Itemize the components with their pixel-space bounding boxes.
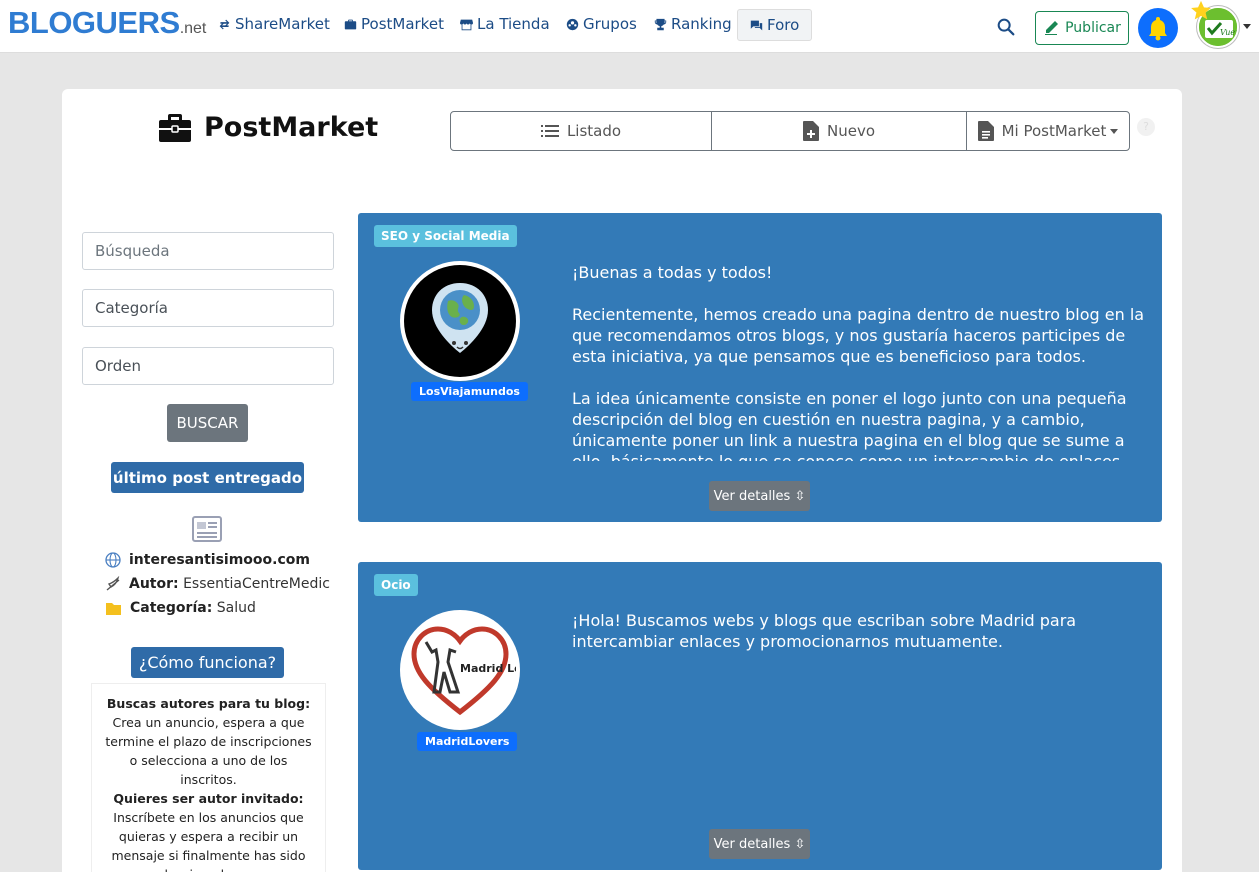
page-title: PostMarket (158, 112, 378, 143)
nav-la-tienda[interactable]: La Tienda (460, 15, 550, 33)
file-plus-icon (802, 121, 819, 141)
star-icon (1191, 0, 1211, 20)
search-input[interactable] (82, 232, 334, 270)
nav-postmarket[interactable]: PostMarket (344, 15, 444, 33)
last-post-site[interactable]: interesantisimooo.com (105, 552, 310, 568)
chat-icon (750, 20, 763, 30)
how-it-works-label: ¿Cómo funciona? (131, 647, 284, 678)
madrid-lovers-logo: Madrid Lovers (411, 626, 520, 716)
search-icon[interactable] (995, 16, 1017, 38)
pencil-icon (1045, 21, 1059, 35)
briefcase-icon (344, 19, 357, 29)
nav-ranking[interactable]: Ranking (654, 15, 732, 33)
nav-foro[interactable]: Foro (737, 9, 813, 41)
globe-icon (105, 552, 121, 568)
last-post-label: último post entregado (111, 462, 304, 493)
bell-icon (1149, 17, 1167, 41)
top-navbar: BLOGUERS.net ShareMarket PostMarket La T… (0, 0, 1259, 53)
blog-name-badge[interactable]: MadridLovers (417, 732, 518, 751)
trophy-icon (654, 18, 667, 30)
listing-card: SEO y Social Media LosViajamundos ¡Buena… (358, 213, 1162, 522)
listing-description: ¡Hola! Buscamos webs y blogs que escriba… (572, 611, 1077, 651)
briefcase-icon (159, 113, 191, 142)
nav-grupos[interactable]: Grupos (566, 15, 637, 33)
notifications-button[interactable] (1138, 8, 1178, 48)
help-icon[interactable]: ? (1137, 118, 1155, 136)
order-select[interactable]: Orden (82, 347, 334, 385)
svg-text:Madrid Lovers: Madrid Lovers (460, 662, 516, 675)
file-text-icon (977, 121, 994, 141)
site-logo[interactable]: BLOGUERS.net (8, 5, 206, 41)
nav-sharemarket[interactable]: ShareMarket (218, 15, 330, 33)
blog-name-badge[interactable]: LosViajamundos (411, 382, 528, 401)
blog-avatar[interactable]: Madrid Lovers (400, 610, 520, 730)
category-select[interactable]: Categoría (82, 289, 334, 327)
how-it-works-box: Buscas autores para tu blog: Crea un anu… (91, 683, 326, 872)
ver-detalles-button[interactable]: Ver detalles ⇳ (709, 481, 810, 511)
store-icon (460, 19, 473, 30)
ver-detalles-button[interactable]: Ver detalles ⇳ (709, 829, 810, 859)
chevron-down-icon (1110, 128, 1119, 134)
category-badge[interactable]: Ocio (374, 574, 418, 596)
buscar-button[interactable]: BUSCAR (167, 404, 248, 442)
blog-avatar[interactable] (400, 261, 520, 381)
publicar-button[interactable]: Publicar (1035, 11, 1129, 45)
list-icon (540, 125, 559, 137)
swap-icon (219, 19, 230, 29)
feather-icon (106, 576, 120, 591)
listing-description: ¡Buenas a todas y todos! Recientemente, … (572, 263, 1145, 461)
globe-pin-icon (432, 283, 488, 353)
last-post-category: Categoría: Salud (105, 600, 256, 616)
user-menu-caret-icon[interactable] (1243, 24, 1251, 29)
newspaper-icon (192, 516, 222, 542)
groups-icon (566, 18, 579, 30)
folder-icon (106, 602, 121, 615)
svg-text:Vuena: Vuena (1220, 28, 1239, 37)
tab-mi-postmarket[interactable]: Mi PostMarket (967, 112, 1129, 150)
listing-card: Ocio Madrid Lovers MadridLovers ¡Hola! B… (358, 562, 1162, 870)
last-post-author: Autor: EssentiaCentreMedic (105, 576, 330, 592)
postmarket-tabs: Listado Nuevo Mi PostMarket (450, 111, 1130, 151)
tab-listado[interactable]: Listado (451, 112, 712, 150)
category-badge[interactable]: SEO y Social Media (374, 225, 517, 247)
tab-nuevo[interactable]: Nuevo (712, 112, 967, 150)
